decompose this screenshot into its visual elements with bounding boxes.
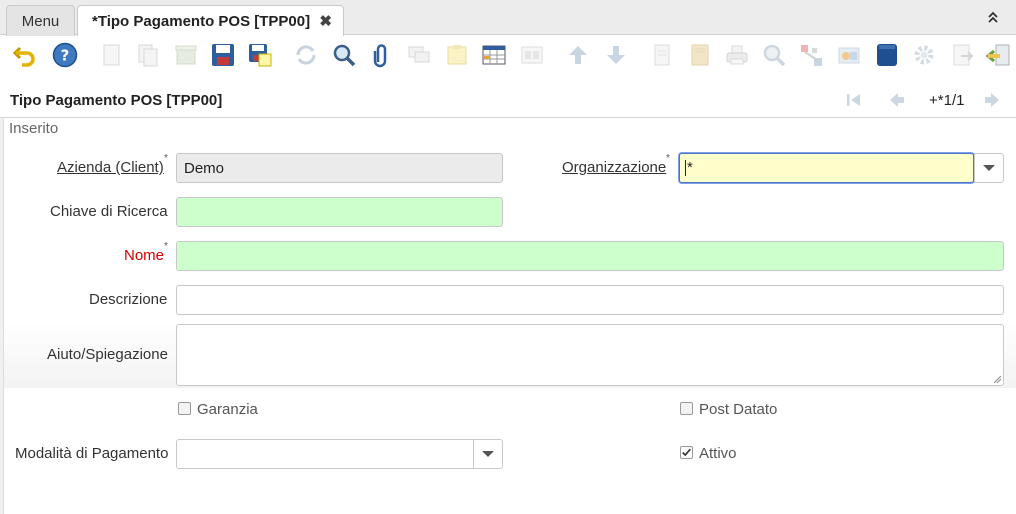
toolbar: ? — [0, 36, 1016, 78]
active-checkbox[interactable] — [680, 446, 693, 459]
resize-grip-icon[interactable] — [993, 375, 1001, 383]
grid-toggle-icon[interactable] — [480, 41, 508, 69]
multi-view-icon[interactable] — [518, 41, 546, 69]
export-icon[interactable] — [948, 41, 976, 69]
page-title: Tipo Pagamento POS [TPP00] — [10, 92, 223, 109]
status-text: Inserito — [9, 120, 59, 137]
help-icon[interactable]: ? — [51, 41, 79, 69]
workflow-icon[interactable] — [798, 41, 826, 69]
undo-icon[interactable] — [11, 41, 39, 69]
organization-field[interactable]: * — [679, 153, 974, 183]
name-required-mark: * — [164, 241, 168, 252]
payment-mode-dropdown-button[interactable] — [473, 439, 503, 469]
attachment-icon[interactable] — [367, 41, 395, 69]
copy-record-icon[interactable] — [134, 41, 162, 69]
description-field[interactable] — [176, 285, 1004, 315]
save-icon[interactable] — [209, 41, 237, 69]
post-it-icon[interactable] — [443, 41, 471, 69]
save-and-new-icon[interactable] — [246, 41, 274, 69]
first-record-icon[interactable] — [845, 91, 863, 109]
client-required-mark: * — [164, 153, 168, 164]
print-icon[interactable] — [723, 41, 751, 69]
chevron-down-icon — [983, 165, 995, 171]
new-record-icon[interactable] — [97, 41, 125, 69]
client-label[interactable]: Azienda (Client) — [57, 159, 164, 176]
collapse-icon[interactable] — [987, 10, 999, 24]
report-icon[interactable] — [648, 41, 676, 69]
find-icon[interactable] — [330, 41, 358, 69]
name-field[interactable] — [176, 241, 1004, 271]
next-icon[interactable] — [983, 91, 1001, 109]
help-label: Aiuto/Spiegazione — [47, 346, 168, 363]
organization-dropdown-button[interactable] — [974, 153, 1004, 183]
previous-record-icon[interactable] — [564, 41, 592, 69]
checkmark-icon — [682, 448, 691, 457]
chat-icon[interactable] — [405, 41, 433, 69]
zoom-across-icon[interactable] — [760, 41, 788, 69]
tab-tipo-pagamento-pos[interactable]: *Tipo Pagamento POS [TPP00] ✖ — [77, 5, 344, 36]
refresh-icon[interactable] — [292, 41, 320, 69]
close-tab-icon[interactable]: ✖ — [319, 12, 332, 30]
payment-mode-label: Modalità di Pagamento — [15, 445, 169, 462]
chevron-down-icon — [482, 451, 494, 457]
left-edge-divider — [0, 118, 4, 514]
search-key-field[interactable] — [176, 197, 503, 227]
process-icon[interactable] — [910, 41, 938, 69]
tab-menu-label: Menu — [21, 12, 60, 30]
lock-icon[interactable] — [873, 41, 901, 69]
organization-value: * — [685, 159, 693, 176]
guarantee-checkbox[interactable] — [178, 402, 191, 415]
svg-text:?: ? — [61, 47, 70, 65]
active-label: Attivo — [699, 445, 737, 462]
help-textarea[interactable] — [176, 324, 1004, 386]
guarantee-label: Garanzia — [197, 401, 258, 418]
tab-menu[interactable]: Menu — [6, 5, 75, 36]
record-counter: +*1/1 — [929, 92, 965, 109]
payment-mode-field[interactable] — [176, 439, 474, 469]
search-key-label: Chiave di Ricerca — [50, 203, 168, 220]
archive-icon[interactable] — [686, 41, 714, 69]
description-label: Descrizione — [89, 291, 168, 308]
tab-bar: Menu *Tipo Pagamento POS [TPP00] ✖ — [0, 0, 1016, 36]
delete-icon[interactable] — [172, 41, 200, 69]
record-header: Tipo Pagamento POS [TPP00] +*1/1 — [0, 80, 1016, 118]
product-info-icon[interactable] — [835, 41, 863, 69]
organization-label[interactable]: Organizzazione — [562, 159, 666, 176]
organization-required-mark: * — [666, 153, 670, 164]
tab-active-label: *Tipo Pagamento POS [TPP00] — [92, 12, 311, 30]
postdated-label: Post Datato — [699, 401, 778, 418]
next-record-icon[interactable] — [602, 41, 630, 69]
name-label: Nome — [124, 247, 165, 264]
previous-icon[interactable] — [888, 91, 906, 109]
postdated-checkbox[interactable] — [680, 402, 693, 415]
client-field: Demo — [176, 153, 503, 183]
exit-icon[interactable] — [985, 41, 1013, 69]
